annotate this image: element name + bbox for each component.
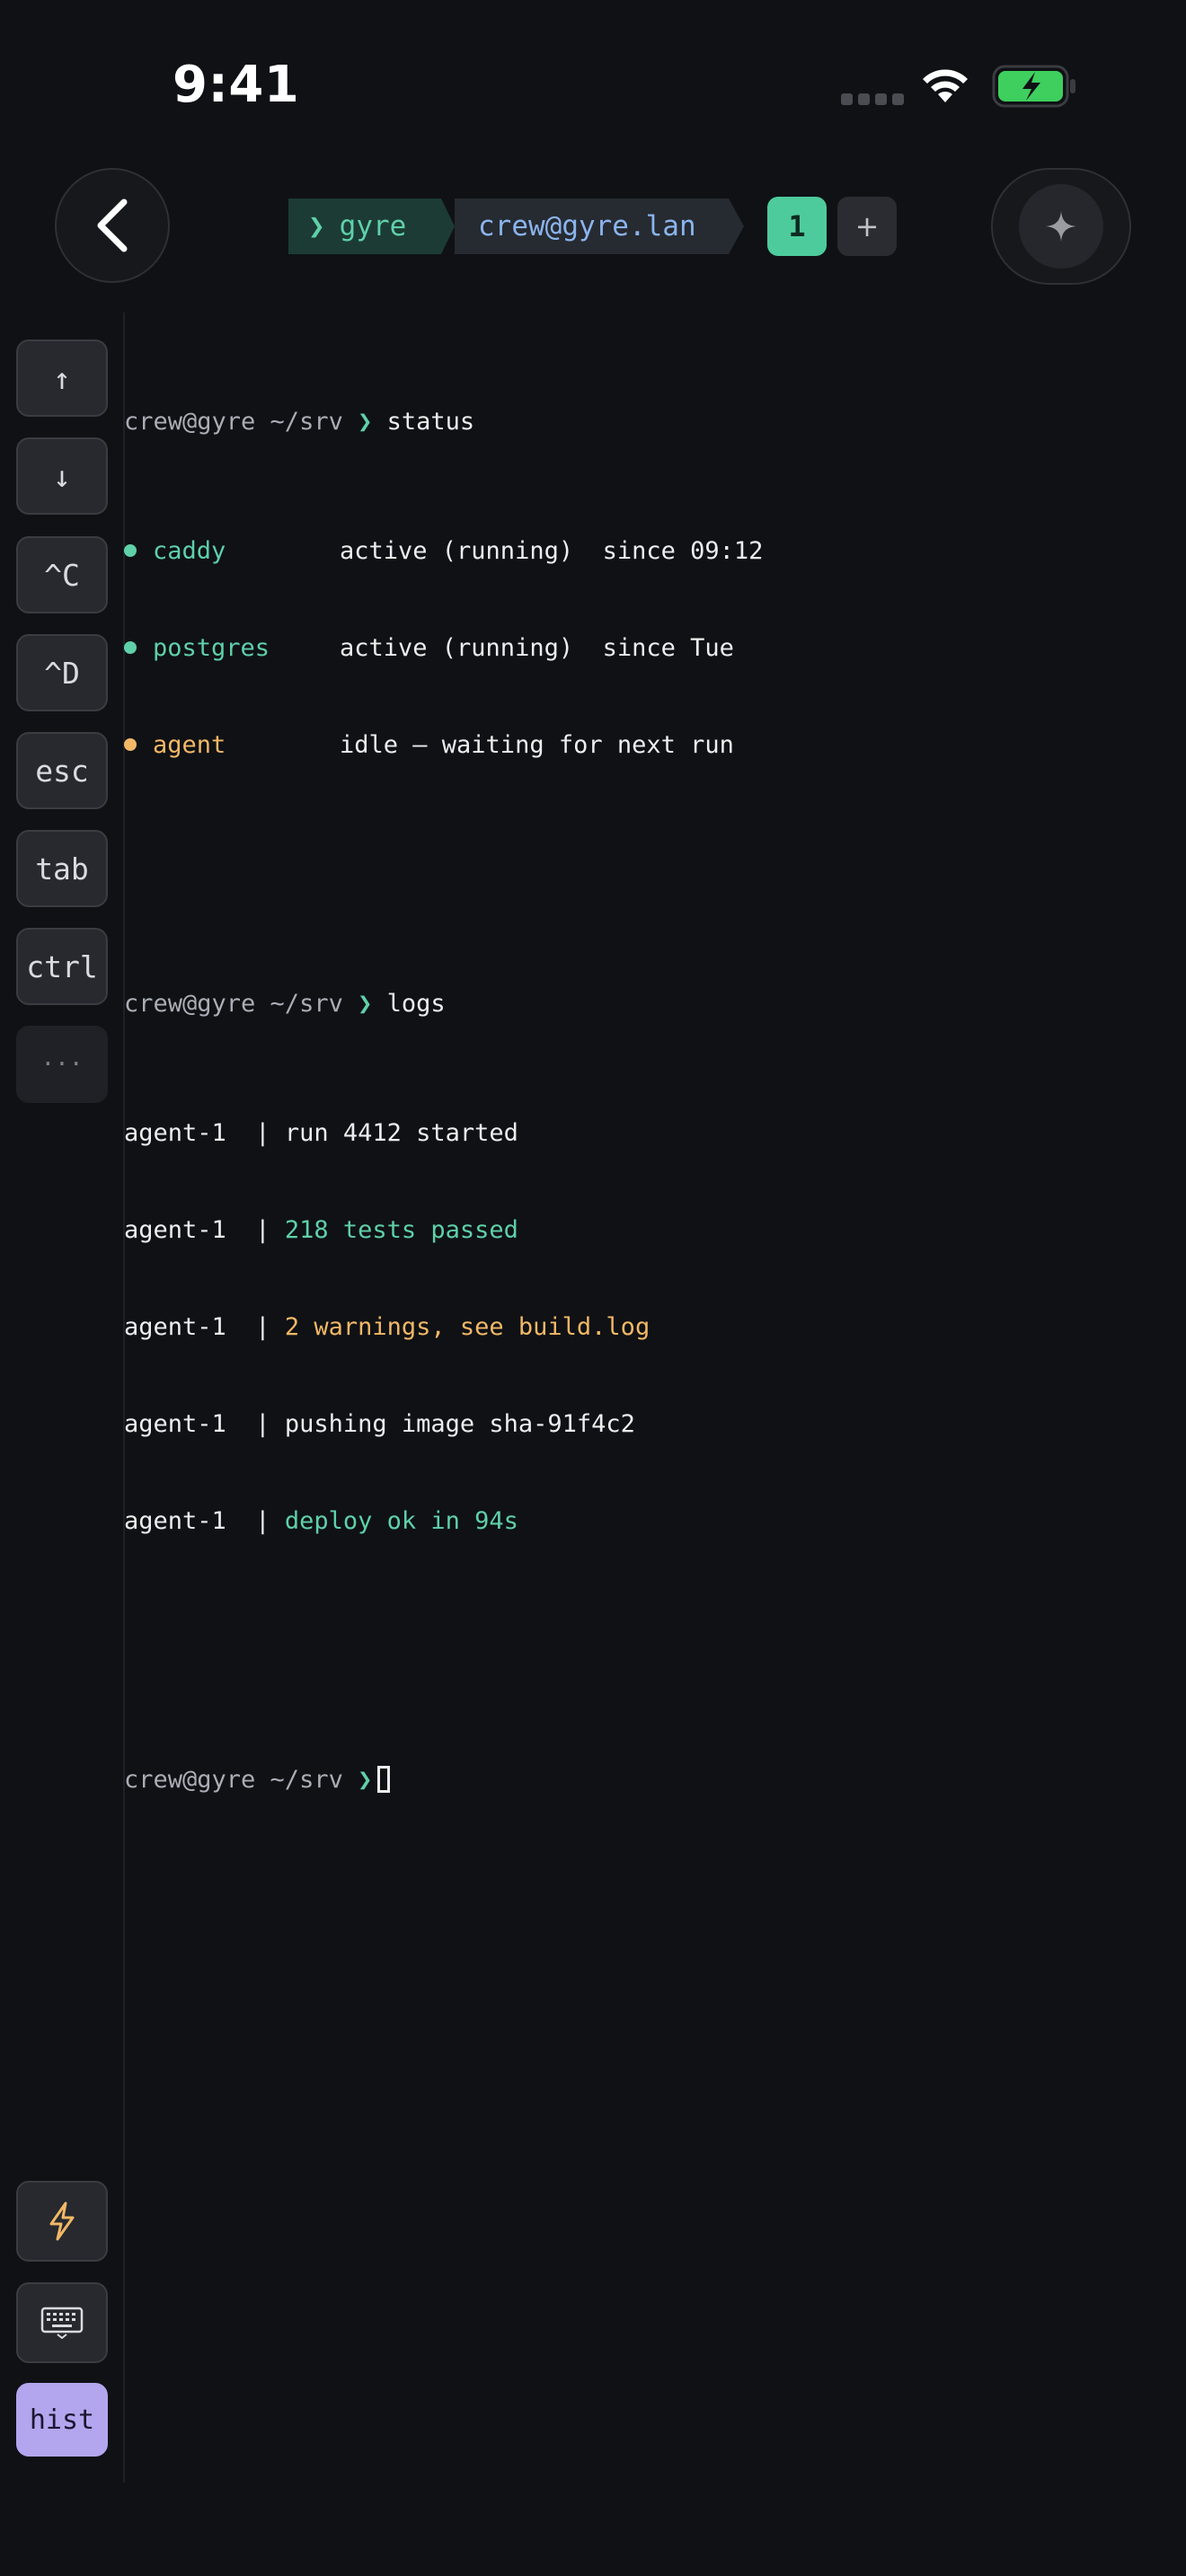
battery-charging-icon — [992, 65, 1078, 111]
log-message: pushing image sha-91f4c2 — [284, 1410, 635, 1438]
tab-key[interactable]: tab — [16, 830, 108, 907]
status-time: 9:41 — [173, 56, 300, 114]
history-button[interactable]: hist — [16, 2383, 108, 2457]
keyboard-icon — [40, 2307, 84, 2339]
prompt-path: crew@gyre ~/srv — [124, 1766, 343, 1794]
log-source: agent-1 | — [124, 1313, 285, 1341]
prompt-path: crew@gyre ~/srv — [124, 408, 343, 436]
log-source: agent-1 | — [124, 1119, 285, 1147]
log-line: agent-1 | 2 warnings, see build.log — [124, 1311, 1166, 1344]
terminal-input-line[interactable]: crew@gyre ~/srv ❯ — [124, 1764, 1166, 1796]
sparkle-icon — [1046, 211, 1076, 242]
esc-key[interactable]: esc — [16, 732, 108, 809]
log-message: 218 tests passed — [284, 1216, 518, 1244]
prompt-arrow: ❯ — [358, 1766, 373, 1794]
command-text: logs — [386, 990, 446, 1018]
status-dot — [124, 641, 137, 654]
log-line: agent-1 | run 4412 started — [124, 1117, 1166, 1150]
arrow-up-key[interactable]: ↑ — [16, 340, 108, 417]
ctrl-c-key[interactable]: ^C — [16, 536, 108, 613]
service-state: idle — waiting for next run — [340, 731, 734, 759]
ctrl-key[interactable]: ctrl — [16, 928, 108, 1005]
service-state: active (running) since 09:12 — [340, 537, 764, 565]
arrow-down-key[interactable]: ↓ — [16, 437, 108, 515]
log-message: deploy ok in 94s — [284, 1507, 518, 1535]
log-line: agent-1 | pushing image sha-91f4c2 — [124, 1408, 1166, 1441]
host-breadcrumb[interactable]: crew@gyre.lan — [455, 198, 744, 254]
session-breadcrumb[interactable]: ❯ gyre — [288, 198, 455, 254]
log-source: agent-1 | — [124, 1507, 285, 1535]
log-line: agent-1 | deploy ok in 94s — [124, 1505, 1166, 1538]
cellular-signal-icon — [841, 93, 904, 105]
snippets-button[interactable] — [16, 2181, 108, 2262]
session-name: gyre — [339, 210, 407, 243]
assistant-button[interactable] — [991, 168, 1131, 285]
add-tab-button[interactable]: + — [837, 197, 897, 256]
terminal-command-line: crew@gyre ~/srv ❯ logs — [124, 988, 1166, 1020]
host-name: crew@gyre.lan — [478, 210, 696, 243]
status-dot — [124, 738, 137, 751]
terminal-output[interactable]: crew@gyre ~/srv ❯ status caddy active (ru… — [124, 341, 1166, 1861]
service-row: caddy active (running) since 09:12 — [124, 535, 1166, 568]
text-cursor — [377, 1766, 391, 1793]
terminal-command-line: crew@gyre ~/srv ❯ status — [124, 406, 1166, 438]
service-row: postgres active (running) since Tue — [124, 632, 1166, 665]
terminal-app-screen: 9:41 ❯ gyre crew@gyre.lan 1 + ↑ ↓ ^C ^D … — [0, 0, 1186, 2576]
service-name: postgres — [153, 634, 270, 662]
command-text: status — [386, 408, 475, 436]
more-keys-button[interactable]: ··· — [16, 1026, 108, 1103]
prompt-arrow: ❯ — [358, 990, 373, 1018]
service-name: caddy — [153, 537, 226, 565]
tab-1[interactable]: 1 — [767, 197, 827, 256]
service-state: active (running) since Tue — [340, 634, 734, 662]
log-line: agent-1 | 218 tests passed — [124, 1214, 1166, 1247]
prompt-chevron-icon: ❯ — [308, 210, 325, 243]
keyboard-button[interactable] — [16, 2282, 108, 2363]
log-source: agent-1 | — [124, 1410, 285, 1438]
prompt-arrow: ❯ — [358, 408, 373, 436]
ctrl-d-key[interactable]: ^D — [16, 634, 108, 711]
prompt-path: crew@gyre ~/srv — [124, 990, 343, 1018]
back-button[interactable] — [55, 168, 170, 283]
chevron-left-icon — [97, 198, 128, 252]
wifi-icon — [918, 63, 972, 110]
log-message: 2 warnings, see build.log — [284, 1313, 651, 1341]
status-dot — [124, 544, 137, 557]
service-row: agent idle — waiting for next run — [124, 729, 1166, 762]
service-name: agent — [153, 731, 226, 759]
log-message: run 4412 started — [284, 1119, 518, 1147]
lightning-icon — [49, 2201, 75, 2241]
log-source: agent-1 | — [124, 1216, 285, 1244]
